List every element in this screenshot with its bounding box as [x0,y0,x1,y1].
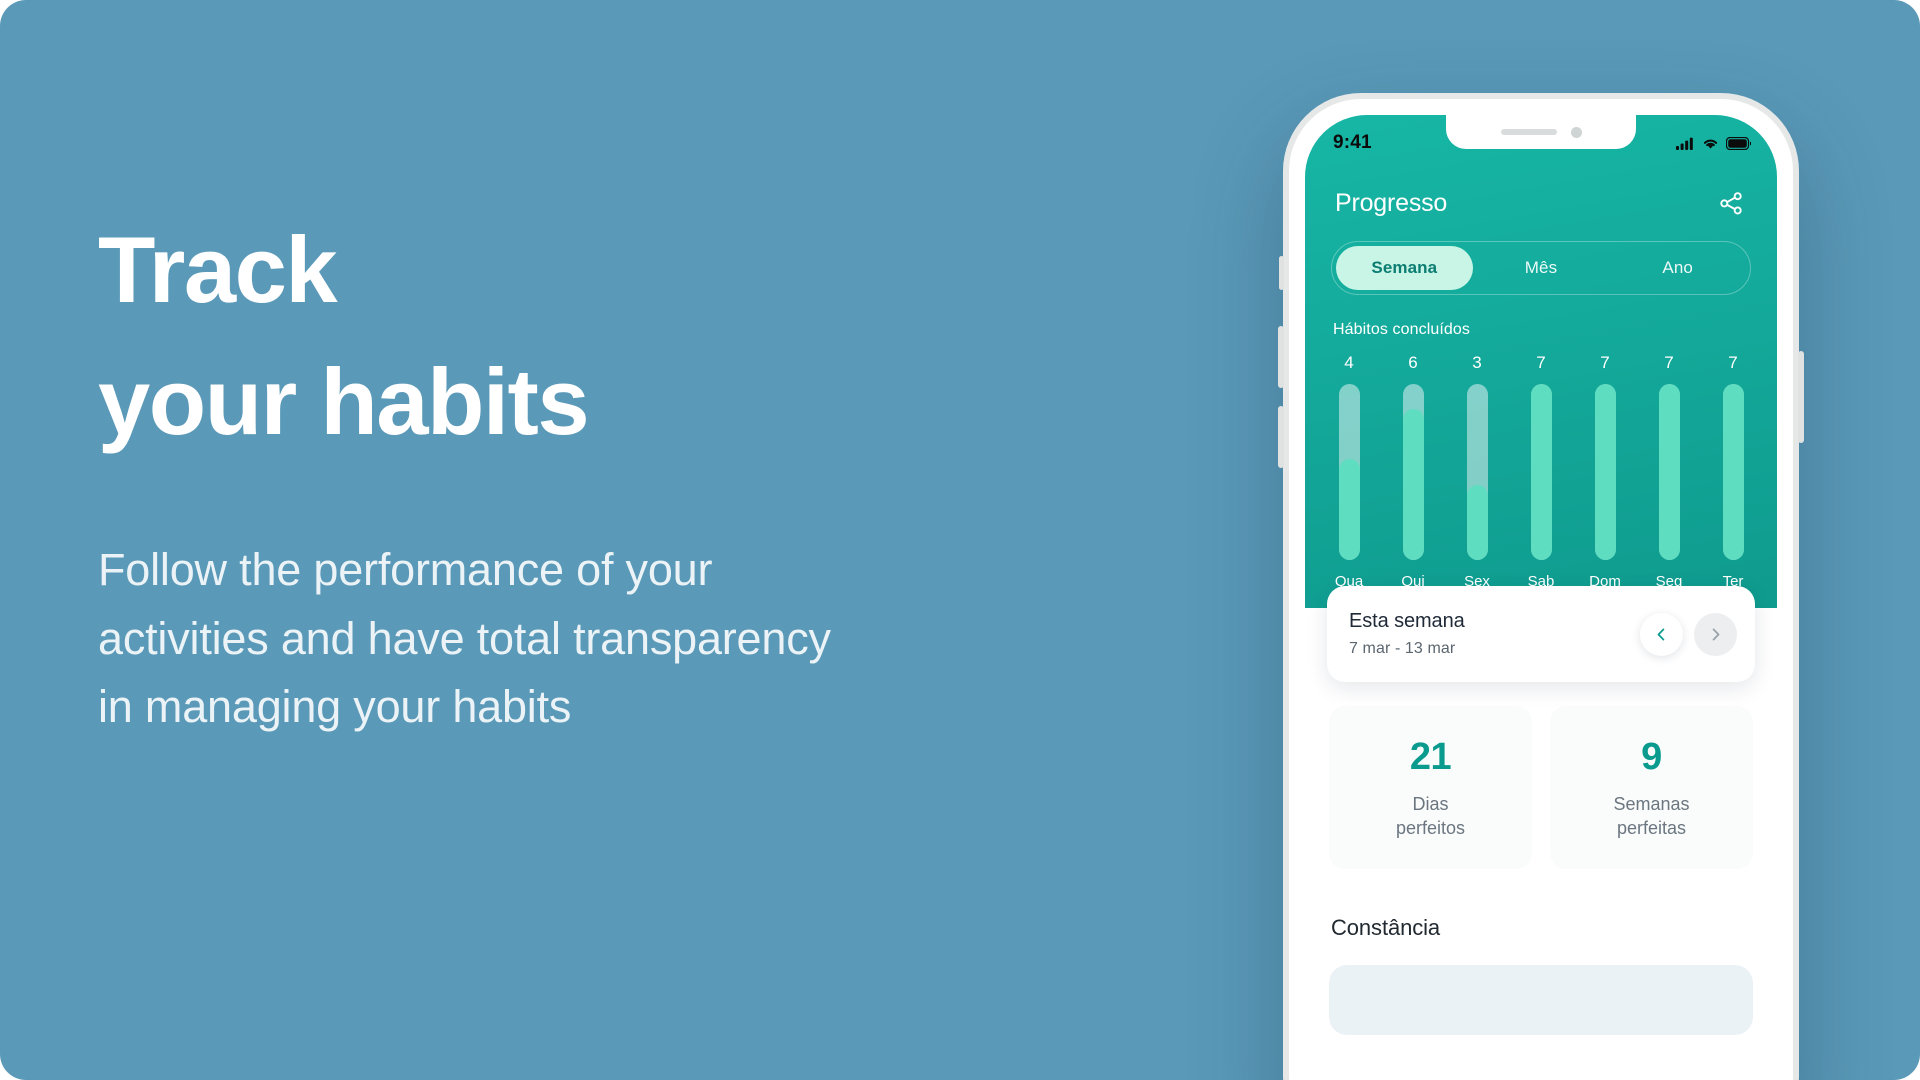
bar-track [1658,384,1680,560]
bar-value-label: 3 [1472,353,1482,372]
screen-title: Progresso [1335,188,1448,217]
wifi-icon [1703,139,1718,149]
page-title: Track your habits [98,208,1208,464]
bar-track [1594,384,1616,560]
hero-subtitle: Follow the performance of your activitie… [98,536,1208,741]
stat-label-line-1: Semanas [1613,794,1690,814]
status-bar: 9:41 [1305,115,1777,165]
power-button[interactable] [1798,351,1804,443]
status-bar-clock: 9:41 [1333,132,1372,153]
bar-column[interactable]: 3 Sex [1457,353,1497,600]
stat-card-dias-perfeitos: 21 Dias perfeitos [1329,706,1532,869]
stat-label: Semanas perfeitas [1560,793,1743,841]
subtitle-line-1: Follow the performance of your [98,544,713,596]
subtitle-line-2: activities and have total transparency [98,612,831,664]
tab-mes[interactable]: Mês [1473,246,1610,290]
bar-track [1466,384,1488,560]
chevron-right-icon [1712,628,1720,640]
content-sheet: Esta semana 7 mar - 13 mar 21 Dias perfe… [1305,586,1777,1054]
bar-value-label: 6 [1408,353,1418,372]
headline-line-2: your habits [98,349,590,455]
chevron-left-icon [1657,628,1665,640]
bar-fill [1722,384,1744,560]
week-date-range: 7 mar - 13 mar [1349,640,1456,657]
stat-value: 9 [1641,736,1662,778]
bar-fill [1658,384,1680,560]
stat-label: Dias perfeitos [1339,793,1522,841]
bar-fill [1338,459,1360,560]
app-header: Progresso [1305,165,1777,219]
previous-week-button[interactable] [1640,612,1683,656]
bar-fill [1530,384,1552,560]
bar-column[interactable]: 7 Seg [1649,353,1689,600]
cellular-signal-icon [1676,137,1693,150]
bar-track [1402,384,1424,560]
subtitle-line-3: in managing your habits [98,680,572,732]
week-title: Esta semana [1349,610,1465,632]
progress-header-panel: 9:41 Progresso Semana Mês Ano Hábitos co… [1305,115,1777,608]
mute-switch[interactable] [1279,256,1284,290]
volume-up-button[interactable] [1278,326,1284,388]
bar-fill [1594,384,1616,560]
week-selector-card: Esta semana 7 mar - 13 mar [1327,586,1755,682]
bar-value-label: 7 [1536,353,1546,372]
bar-track [1530,384,1552,560]
bar-value-label: 7 [1728,353,1738,372]
hero-copy: Track your habits Follow the performance… [98,208,1208,741]
stat-value: 21 [1409,736,1452,778]
volume-down-button[interactable] [1278,406,1284,468]
phone-frame: 9:41 Progresso Semana Mês Ano Hábitos co… [1289,99,1793,1080]
stat-label-line-2: perfeitas [1616,817,1687,838]
headline-line-1: Track [98,217,338,322]
bar-value-label: 4 [1344,353,1354,372]
tab-semana[interactable]: Semana [1336,246,1473,290]
promo-banner: Track your habits Follow the performance… [0,0,1920,1080]
share-icon [1719,191,1742,214]
stat-label-line-2: perfeitos [1395,817,1466,838]
bar-column[interactable]: 4 Qua [1329,353,1369,600]
stat-label-line-1: Dias [1412,794,1449,814]
bar-column[interactable]: 7 Ter [1713,353,1753,600]
bar-column[interactable]: 6 Qui [1393,353,1433,600]
week-card-text: Esta semana 7 mar - 13 mar [1349,610,1465,658]
section-title-constancia: Constância [1331,914,1441,940]
stat-card-semanas-perfeitas: 9 Semanas perfeitas [1550,706,1753,869]
bar-value-label: 7 [1600,353,1610,372]
share-button[interactable] [1715,187,1747,219]
habits-bar-chart: 4 Qua 6 Qui 3 Sex 7 Sab 7 Dom 7 Seg 7 Ter [1329,353,1753,600]
bar-value-label: 7 [1664,353,1674,372]
bar-column[interactable]: 7 Dom [1585,353,1625,600]
chart-caption: Hábitos concluídos [1333,321,1470,338]
bar-track [1722,384,1744,560]
battery-full-icon [1726,136,1751,150]
period-segmented-control[interactable]: Semana Mês Ano [1331,241,1751,295]
status-bar-icons [1676,136,1751,150]
constancia-card [1329,964,1753,1035]
phone-screen: 9:41 Progresso Semana Mês Ano Hábitos co… [1305,115,1777,1080]
phone-body: 9:41 Progresso Semana Mês Ano Hábitos co… [1278,93,1804,1080]
next-week-button[interactable] [1694,612,1737,656]
bar-fill [1402,409,1424,560]
bar-column[interactable]: 7 Sab [1521,353,1561,600]
tab-ano[interactable]: Ano [1609,246,1746,290]
bar-track [1338,384,1360,560]
phone-mockup: 9:41 Progresso Semana Mês Ano Hábitos co… [1278,93,1804,1080]
bar-fill [1466,484,1488,560]
week-nav-buttons [1640,612,1737,656]
